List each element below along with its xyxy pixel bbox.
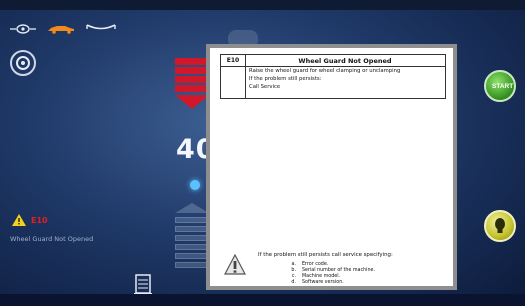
error-code: E10 [221,55,246,66]
indicator-bar [175,85,209,92]
imbalance-indicator-grey [175,198,209,268]
indicator-bar [175,76,209,83]
indicator-bar [175,58,209,65]
error-table: E10 Wheel Guard Not Opened Raise the whe… [220,54,446,99]
warning-triangle-icon [224,253,246,276]
bottom-bar [0,294,525,306]
up-arrow-icon [175,203,209,213]
service-instructions-title: If the problem still persists call servi… [258,252,393,258]
scanner-icon[interactable] [134,274,152,296]
wheel-type-icon[interactable] [10,24,36,34]
light-bulb-icon [495,218,505,233]
balancing-mode-icon[interactable] [10,50,36,76]
position-dot [190,180,200,190]
imbalance-indicator-red [175,58,209,109]
error-line: If the problem still persists: [249,76,322,82]
error-dialog-content: E10 Wheel Guard Not Opened Raise the whe… [210,48,453,286]
warning-status: E10 [12,213,64,227]
error-dialog[interactable]: E10 Wheel Guard Not Opened Raise the whe… [206,44,457,290]
error-description: Raise the wheel guard for wheel clamping… [249,67,444,91]
error-title: Wheel Guard Not Opened [298,56,392,65]
service-instructions-list: a. Error code. b. Serial number of the m… [280,262,420,286]
indicator-bar [175,217,209,223]
start-button[interactable]: START [484,70,516,102]
list-item: d. Software version. [280,280,420,286]
down-arrow-icon [175,95,209,109]
warning-message: Wheel Guard Not Opened [10,235,94,243]
indicator-bar [175,253,209,259]
indicator-bar [175,235,209,241]
error-line: Call Service [249,84,281,90]
list-text: Software version. [302,280,344,285]
error-line: Raise the wheel guard for wheel clamping… [249,68,401,74]
rim-profile-icon[interactable] [86,22,116,34]
error-body-spacer [221,66,246,98]
indicator-bar [175,226,209,232]
warning-icon [12,214,26,226]
light-button[interactable] [484,210,516,242]
car-icon[interactable] [46,24,76,34]
list-marker: d. [291,280,296,285]
warning-code: E10 [31,215,48,225]
error-header-row: E10 Wheel Guard Not Opened [221,55,445,67]
top-bar [0,0,525,10]
indicator-bar [175,67,209,74]
indicator-bar [175,244,209,250]
indicator-bar [175,262,209,268]
